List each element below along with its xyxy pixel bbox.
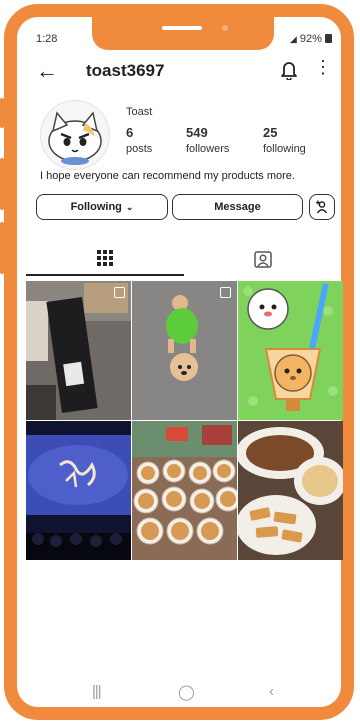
following-value: 25: [263, 125, 278, 140]
more-options-icon[interactable]: ⋮: [314, 58, 332, 76]
home-icon[interactable]: ◯: [178, 683, 195, 701]
post-thumbnail[interactable]: [26, 281, 131, 420]
profile-header: ← toast3697 ⋮: [36, 56, 332, 88]
cinema-screen-photo: [26, 421, 131, 560]
posts-label: posts: [126, 143, 153, 155]
followers-label: followers: [186, 143, 230, 155]
chevron-down-icon: ⌄: [125, 201, 134, 212]
add-person-icon: [316, 200, 328, 214]
grid-icon: [97, 250, 113, 266]
display-name: Toast: [126, 106, 153, 118]
profile-avatar[interactable]: [40, 100, 110, 170]
post-thumbnail[interactable]: [132, 421, 237, 560]
food-dishes-photo: [238, 421, 343, 560]
battery-icon: [325, 34, 332, 43]
followers-count[interactable]: 549 followers: [186, 125, 229, 157]
post-thumbnail[interactable]: [238, 421, 343, 560]
multiple-photos-icon: [114, 287, 125, 298]
following-button-label: Following: [70, 201, 122, 213]
message-button-label: Message: [214, 201, 261, 213]
following-label: following: [263, 143, 306, 155]
posts-grid-tab[interactable]: [26, 242, 184, 276]
posts-count[interactable]: 6 posts: [126, 125, 152, 157]
posts-value: 6: [126, 125, 134, 140]
message-button[interactable]: Message: [172, 194, 303, 220]
multiple-photos-icon: [220, 287, 231, 298]
following-count[interactable]: 25 following: [263, 125, 306, 157]
food-bowls-photo: [132, 421, 237, 560]
status-time: 1:28: [36, 33, 58, 45]
profile-tabs: [26, 242, 342, 276]
status-icons: ◢ 92%: [290, 33, 332, 45]
followers-value: 549: [186, 125, 208, 140]
following-button[interactable]: Following ⌄: [36, 194, 168, 220]
recent-apps-icon[interactable]: |||: [92, 683, 102, 700]
profile-bio: I hope everyone can recommend my product…: [40, 170, 295, 182]
tagged-person-icon: [254, 251, 272, 268]
android-nav-bar: ||| ◯ ‹: [26, 683, 334, 703]
poodle-photo: [132, 281, 237, 420]
tagged-tab[interactable]: [184, 242, 342, 276]
signal-icon: ◢: [289, 34, 297, 44]
product-package-photo: [26, 281, 131, 420]
profile-username: toast3697: [86, 61, 165, 80]
add-friend-button[interactable]: [309, 194, 335, 220]
back-nav-icon[interactable]: ‹: [269, 683, 274, 700]
post-thumbnail[interactable]: [26, 421, 131, 560]
bell-icon[interactable]: [280, 60, 298, 85]
post-thumbnail[interactable]: [132, 281, 237, 420]
status-bar: 1:28 ◢ 92%: [36, 30, 332, 50]
cartoon-puppies-photo: [238, 281, 343, 420]
back-arrow-icon[interactable]: ←: [36, 60, 58, 82]
cat-mascot-logo: [41, 101, 109, 169]
post-thumbnail[interactable]: [238, 281, 343, 420]
battery-level: 92%: [299, 33, 322, 45]
